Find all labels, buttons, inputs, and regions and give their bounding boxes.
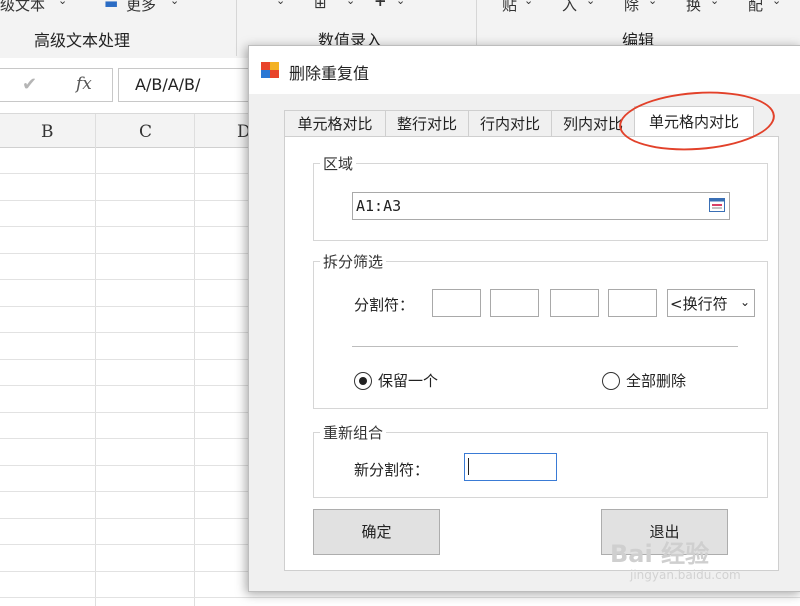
delimiter-input-4[interactable] xyxy=(608,289,657,317)
ok-button[interactable]: 确定 xyxy=(313,509,440,555)
formula-actions: ✔ fx xyxy=(0,68,113,102)
ribbon-item-more[interactable]: 更多 xyxy=(126,0,156,15)
column-divider xyxy=(194,114,195,606)
ribbon-group-advanced-text: 高级文本处理 xyxy=(34,31,131,50)
chevron-down-icon[interactable]: ⌄ xyxy=(58,0,67,7)
row-line xyxy=(0,597,800,598)
column-header-c[interactable]: C xyxy=(139,122,152,142)
keep-one-radio[interactable] xyxy=(354,372,372,390)
dialog-title: 删除重复值 xyxy=(289,64,370,83)
new-delimiter-label: 新分割符： xyxy=(354,461,430,479)
ribbon-item-match[interactable]: 配 xyxy=(748,0,763,15)
format-icon[interactable]: ⊞ xyxy=(314,0,327,12)
regroup-label: 重新组合 xyxy=(320,422,387,443)
delimiter-label: 分割符： xyxy=(354,296,415,314)
baidu-watermark-url: jingyan.baidu.com xyxy=(630,568,741,582)
delimiter-input-2[interactable] xyxy=(490,289,539,317)
formula-input[interactable]: A/B/A/B/ xyxy=(118,68,260,102)
chevron-down-icon[interactable]: ⌄ xyxy=(648,0,657,7)
check-icon[interactable]: ✔ xyxy=(22,74,37,95)
tab-in-column-compare[interactable]: 列内对比 xyxy=(551,110,635,137)
chevron-down-icon[interactable]: ⌄ xyxy=(396,0,405,7)
remove-duplicates-dialog: 删除重复值 单元格对比 整行对比 行内对比 列内对比 单元格内对比 区域 A1:… xyxy=(248,45,800,592)
formula-content: A/B/A/B/ xyxy=(135,75,201,94)
ribbon-item-replace[interactable]: 换 xyxy=(686,0,701,15)
chevron-down-icon[interactable]: ⌄ xyxy=(170,0,179,7)
region-group: 区域 A1:A3 xyxy=(313,153,768,241)
column-divider xyxy=(95,114,96,606)
delimiter-select-value: <换行符 xyxy=(670,295,728,313)
ribbon-item-delete[interactable]: 除 xyxy=(624,0,639,15)
text-cursor xyxy=(468,458,469,475)
delimiter-input-3[interactable] xyxy=(550,289,599,317)
delimiter-input-1[interactable] xyxy=(432,289,481,317)
tab-cell-compare[interactable]: 单元格对比 xyxy=(284,110,386,137)
function-icon[interactable]: fx xyxy=(76,74,92,94)
tab-row-compare[interactable]: 整行对比 xyxy=(385,110,469,137)
chevron-down-icon[interactable]: ⌄ xyxy=(586,0,595,7)
chevron-down-icon[interactable]: ⌄ xyxy=(524,0,533,7)
region-value: A1:A3 xyxy=(356,197,402,215)
more-icon[interactable]: ▬ xyxy=(104,0,118,12)
chevron-down-icon[interactable]: ⌄ xyxy=(772,0,781,7)
tab-panel: 区域 A1:A3 拆分筛选 分割符： <换行符 ⌄ 保留一个 全部删除 重新组合… xyxy=(284,136,779,571)
range-select-icon[interactable] xyxy=(709,198,725,212)
chevron-down-icon[interactable]: ⌄ xyxy=(710,0,719,7)
region-label: 区域 xyxy=(320,153,357,174)
ribbon-item-insert[interactable]: 入 xyxy=(562,0,577,15)
region-input[interactable]: A1:A3 xyxy=(352,192,730,220)
split-divider xyxy=(352,346,738,347)
chevron-down-icon[interactable]: ⌄ xyxy=(736,290,754,316)
dialog-titlebar[interactable]: 删除重复值 xyxy=(249,46,800,94)
keep-one-label[interactable]: 保留一个 xyxy=(378,370,438,391)
ribbon-item-paste[interactable]: 贴 xyxy=(502,0,517,15)
delete-all-radio[interactable] xyxy=(602,372,620,390)
chevron-down-icon[interactable]: ⌄ xyxy=(346,0,355,7)
new-delimiter-input[interactable] xyxy=(464,453,557,481)
chevron-down-icon[interactable]: ⌄ xyxy=(276,0,285,7)
tab-in-cell-compare[interactable]: 单元格内对比 xyxy=(634,106,754,137)
baidu-watermark: Bai 经验 xyxy=(610,540,710,568)
ribbon-item-text[interactable]: 级文本 xyxy=(0,0,45,15)
dialog-body: 单元格对比 整行对比 行内对比 列内对比 单元格内对比 区域 A1:A3 拆分筛… xyxy=(257,94,793,584)
plus-icon[interactable]: + xyxy=(374,0,387,10)
tab-in-row-compare[interactable]: 行内对比 xyxy=(468,110,552,137)
regroup-group: 重新组合 新分割符： xyxy=(313,422,768,498)
app-icon xyxy=(261,62,279,78)
delimiter-select[interactable]: <换行符 ⌄ xyxy=(667,289,755,317)
ribbon-divider xyxy=(236,0,237,56)
split-filter-group: 拆分筛选 分割符： <换行符 ⌄ 保留一个 全部删除 xyxy=(313,251,768,409)
split-filter-label: 拆分筛选 xyxy=(320,251,387,272)
column-header-b[interactable]: B xyxy=(41,122,54,142)
delete-all-label[interactable]: 全部删除 xyxy=(626,370,686,391)
